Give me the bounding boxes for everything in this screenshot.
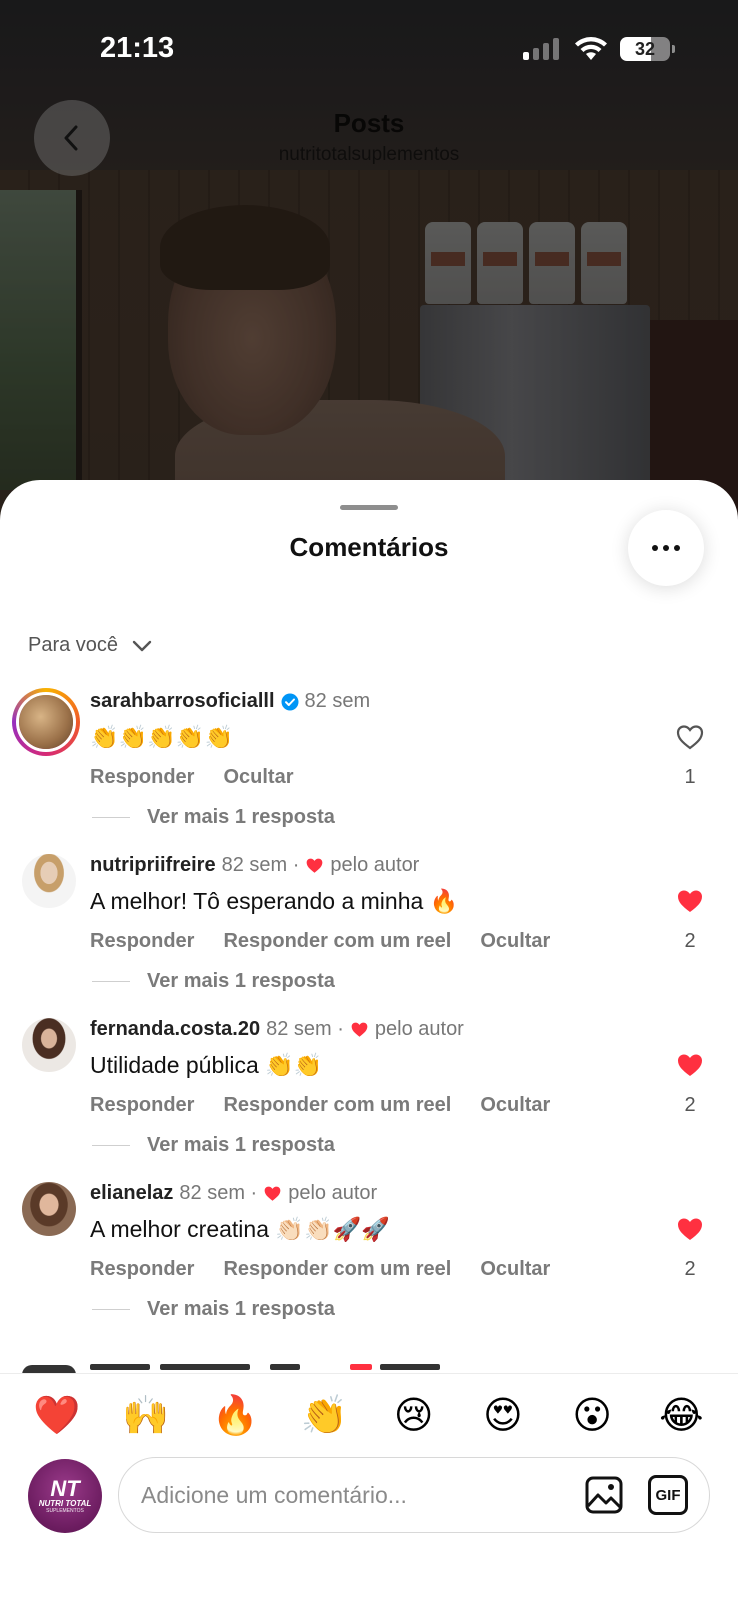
comment-username[interactable]: nutripriifreire xyxy=(90,854,216,877)
comment-text: 👏👏👏👏👏 xyxy=(90,724,234,750)
view-replies-button[interactable]: Ver mais 1 resposta xyxy=(92,970,335,993)
emoji-reaction-bar: ❤️ 🙌 🔥 👏 😢 😍 😮 😂 xyxy=(0,1373,738,1457)
hide-button[interactable]: Ocultar xyxy=(480,930,550,953)
page-subtitle: nutritotalsuplementos xyxy=(278,144,460,165)
avatar-logo-text: NT xyxy=(50,1476,80,1502)
reply-with-reel-button[interactable]: Responder com um reel xyxy=(223,1258,451,1281)
heart-filled-icon[interactable] xyxy=(676,1052,704,1078)
comment-username[interactable]: fernanda.costa.20 xyxy=(90,1018,260,1041)
comment-age: 82 sem · xyxy=(179,1182,258,1204)
heart-filled-icon[interactable] xyxy=(676,1216,704,1242)
emoji-fire-button[interactable]: 🔥 xyxy=(205,1394,265,1438)
like-count: 2 xyxy=(684,1094,696,1116)
view-replies-button[interactable]: Ver mais 1 resposta xyxy=(92,1298,335,1321)
cellular-signal-icon xyxy=(523,38,559,60)
view-replies-button[interactable]: Ver mais 1 resposta xyxy=(92,806,335,829)
current-user-avatar[interactable]: NT NUTRI TOTAL SUPLEMENTOS xyxy=(28,1459,102,1533)
author-badge: pelo autor xyxy=(288,1182,378,1204)
author-liked-heart-icon xyxy=(351,1022,368,1037)
gif-button[interactable]: GIF xyxy=(648,1475,688,1515)
battery-level: 32 xyxy=(634,39,656,59)
author-badge: pelo autor xyxy=(374,1018,464,1040)
comment-age: 82 sem · xyxy=(221,854,300,876)
verified-badge-icon xyxy=(281,693,299,710)
comment-username[interactable]: elianelaz xyxy=(90,1182,173,1205)
status-time: 21:13 xyxy=(100,32,175,64)
view-replies-label: Ver mais 1 resposta xyxy=(147,806,335,828)
avatar[interactable] xyxy=(22,854,76,908)
view-replies-label: Ver mais 1 resposta xyxy=(147,1298,335,1320)
image-icon[interactable] xyxy=(584,1475,624,1515)
like-count: 2 xyxy=(684,930,696,952)
status-bar: 21:13 32 xyxy=(0,0,738,100)
view-replies-label: Ver mais 1 resposta xyxy=(147,970,335,992)
author-badge: pelo autor xyxy=(330,854,420,876)
reply-divider xyxy=(92,816,130,819)
avatar[interactable] xyxy=(22,1182,76,1236)
like-count: 2 xyxy=(684,1258,696,1280)
reply-divider xyxy=(92,1308,130,1311)
hide-button[interactable]: Ocultar xyxy=(223,766,293,789)
comment-filter-dropdown[interactable]: Para você xyxy=(28,634,152,657)
reply-button[interactable]: Responder xyxy=(90,766,194,789)
like-count: 1 xyxy=(684,766,696,788)
filter-label: Para você xyxy=(28,634,119,656)
heart-filled-icon[interactable] xyxy=(676,888,704,914)
reply-button[interactable]: Responder xyxy=(90,930,194,953)
battery-icon: 32 xyxy=(620,37,675,61)
next-comment-peek xyxy=(90,1360,450,1372)
author-liked-heart-icon xyxy=(264,1186,281,1201)
emoji-crying-button[interactable]: 😢 xyxy=(384,1393,444,1438)
more-options-button[interactable] xyxy=(628,510,704,586)
comment-age: 82 sem · xyxy=(266,1018,344,1040)
comment-text: A melhor creatina 👏🏻👏🏻🚀🚀 xyxy=(90,1216,390,1242)
hide-button[interactable]: Ocultar xyxy=(480,1094,550,1117)
comment-username[interactable]: sarahbarrosoficialll xyxy=(90,690,275,713)
emoji-clap-button[interactable]: 👏 xyxy=(294,1394,354,1438)
emoji-laughing-button[interactable]: 😂 xyxy=(651,1393,711,1438)
chevron-down-icon xyxy=(132,640,152,651)
comment-text: A melhor! Tô esperando a minha 🔥 xyxy=(90,888,459,914)
comment-composer: NT NUTRI TOTAL SUPLEMENTOS GIF xyxy=(0,1457,738,1600)
comment-age: 82 sem xyxy=(304,690,371,712)
reply-with-reel-button[interactable]: Responder com um reel xyxy=(223,1094,451,1117)
reply-divider xyxy=(92,1144,130,1147)
view-replies-label: Ver mais 1 resposta xyxy=(147,1134,335,1156)
emoji-heart-button[interactable]: ❤️ xyxy=(27,1394,87,1438)
emoji-raised-hands-button[interactable]: 🙌 xyxy=(116,1394,176,1438)
comment-text: Utilidade pública 👏👏 xyxy=(90,1052,323,1078)
reply-divider xyxy=(92,980,130,983)
reply-button[interactable]: Responder xyxy=(90,1258,194,1281)
emoji-heart-eyes-button[interactable]: 😍 xyxy=(473,1393,533,1438)
more-dots-icon xyxy=(652,545,680,551)
reply-button[interactable]: Responder xyxy=(90,1094,194,1117)
author-liked-heart-icon xyxy=(307,858,323,873)
heart-outline-icon[interactable] xyxy=(676,724,704,750)
wifi-icon xyxy=(575,37,607,60)
view-replies-button[interactable]: Ver mais 1 resposta xyxy=(92,1134,335,1157)
sheet-drag-handle[interactable] xyxy=(340,505,398,510)
emoji-surprised-button[interactable]: 😮 xyxy=(562,1393,622,1438)
hide-button[interactable]: Ocultar xyxy=(480,1258,550,1281)
page-title: Posts xyxy=(333,108,405,138)
avatar[interactable] xyxy=(22,1018,76,1072)
avatar[interactable] xyxy=(12,688,80,756)
reply-with-reel-button[interactable]: Responder com um reel xyxy=(223,930,451,953)
